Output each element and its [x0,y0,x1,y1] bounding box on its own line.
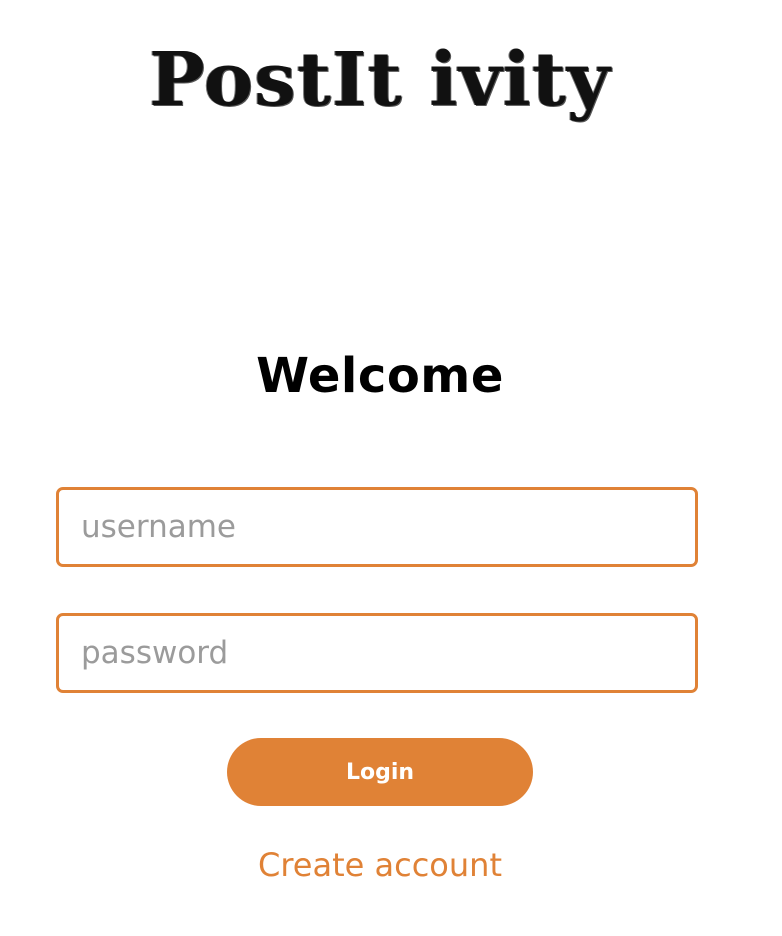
page-title: Welcome [256,348,504,404]
create-account-link[interactable]: Create account [0,840,760,890]
login-button[interactable]: Login [227,738,533,806]
app-logo: PostIt ivity [149,37,611,123]
password-input[interactable] [56,613,698,693]
username-input[interactable] [56,487,698,567]
